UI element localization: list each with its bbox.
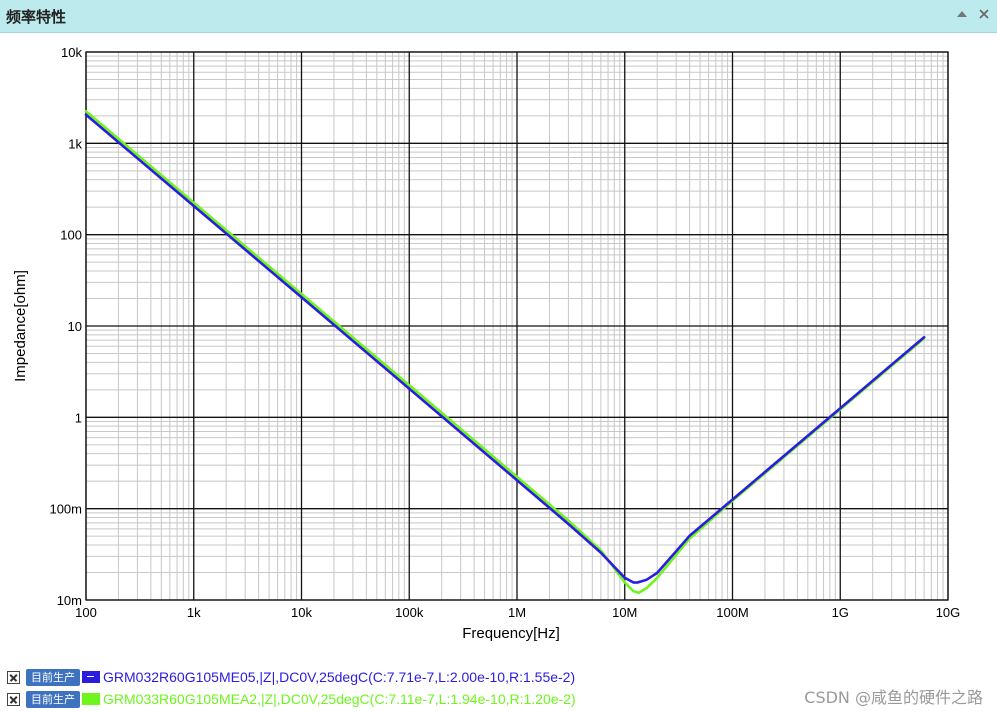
y-tick-label: 100 (60, 228, 82, 243)
y-tick-label: 100m (49, 502, 82, 517)
x-tick-label: 1k (187, 605, 201, 620)
impedance-chart: 100 1k 10k 100k 1M 10M 100M 1G 10G10m100m1101001… (12, 45, 961, 642)
y-tick-label: 10 (68, 319, 82, 334)
series-swatch (82, 671, 100, 683)
status-badge: 目前生产 (26, 690, 80, 708)
swatch-line-icon (87, 676, 94, 677)
x-tick-label: 10G (936, 605, 961, 620)
x-axis-label: Frequency[Hz] (462, 625, 560, 642)
y-axis-label: Impedance[ohm] (12, 270, 29, 382)
legend-label: GRM032R60G105ME05,|Z|,DC0V,25degC(C:7.71… (103, 669, 576, 685)
close-x-icon[interactable] (977, 7, 991, 21)
legend-row: 目前生产 GRM032R60G105ME05,|Z|,DC0V,25degC(C… (7, 666, 576, 688)
x-tick-label: 10M (612, 605, 637, 620)
status-badge: 目前生产 (26, 668, 80, 686)
x-tick-label: 100M (716, 605, 749, 620)
panel-title: 频率特性 (6, 8, 67, 26)
collapse-up-triangle-icon[interactable] (955, 7, 969, 21)
x-tick-label: 1M (508, 605, 526, 620)
x-tick-label: 100k (395, 605, 424, 620)
legend-label: GRM033R60G105MEA2,|Z|,DC0V,25degC(C:7.11… (103, 691, 576, 707)
series-toggle-checkbox[interactable] (7, 692, 20, 706)
y-tick-label: 10m (57, 593, 82, 608)
legend: 目前生产 GRM032R60G105ME05,|Z|,DC0V,25degC(C… (7, 666, 576, 710)
y-tick-label: 1k (68, 136, 82, 151)
y-tick-label: 1 (75, 410, 82, 425)
series-swatch (82, 693, 100, 705)
series-toggle-checkbox[interactable] (7, 670, 20, 684)
x-tick-label: 10k (291, 605, 312, 620)
y-tick-label: 10k (61, 45, 82, 60)
watermark-text: CSDN @咸鱼的硬件之路 (804, 688, 983, 707)
panel-controls (955, 7, 991, 21)
legend-row: 目前生产 GRM033R60G105MEA2,|Z|,DC0V,25degC(C… (7, 688, 576, 710)
x-tick-label: 1G (832, 605, 849, 620)
panel-titlebar: 频率特性 (0, 0, 997, 33)
